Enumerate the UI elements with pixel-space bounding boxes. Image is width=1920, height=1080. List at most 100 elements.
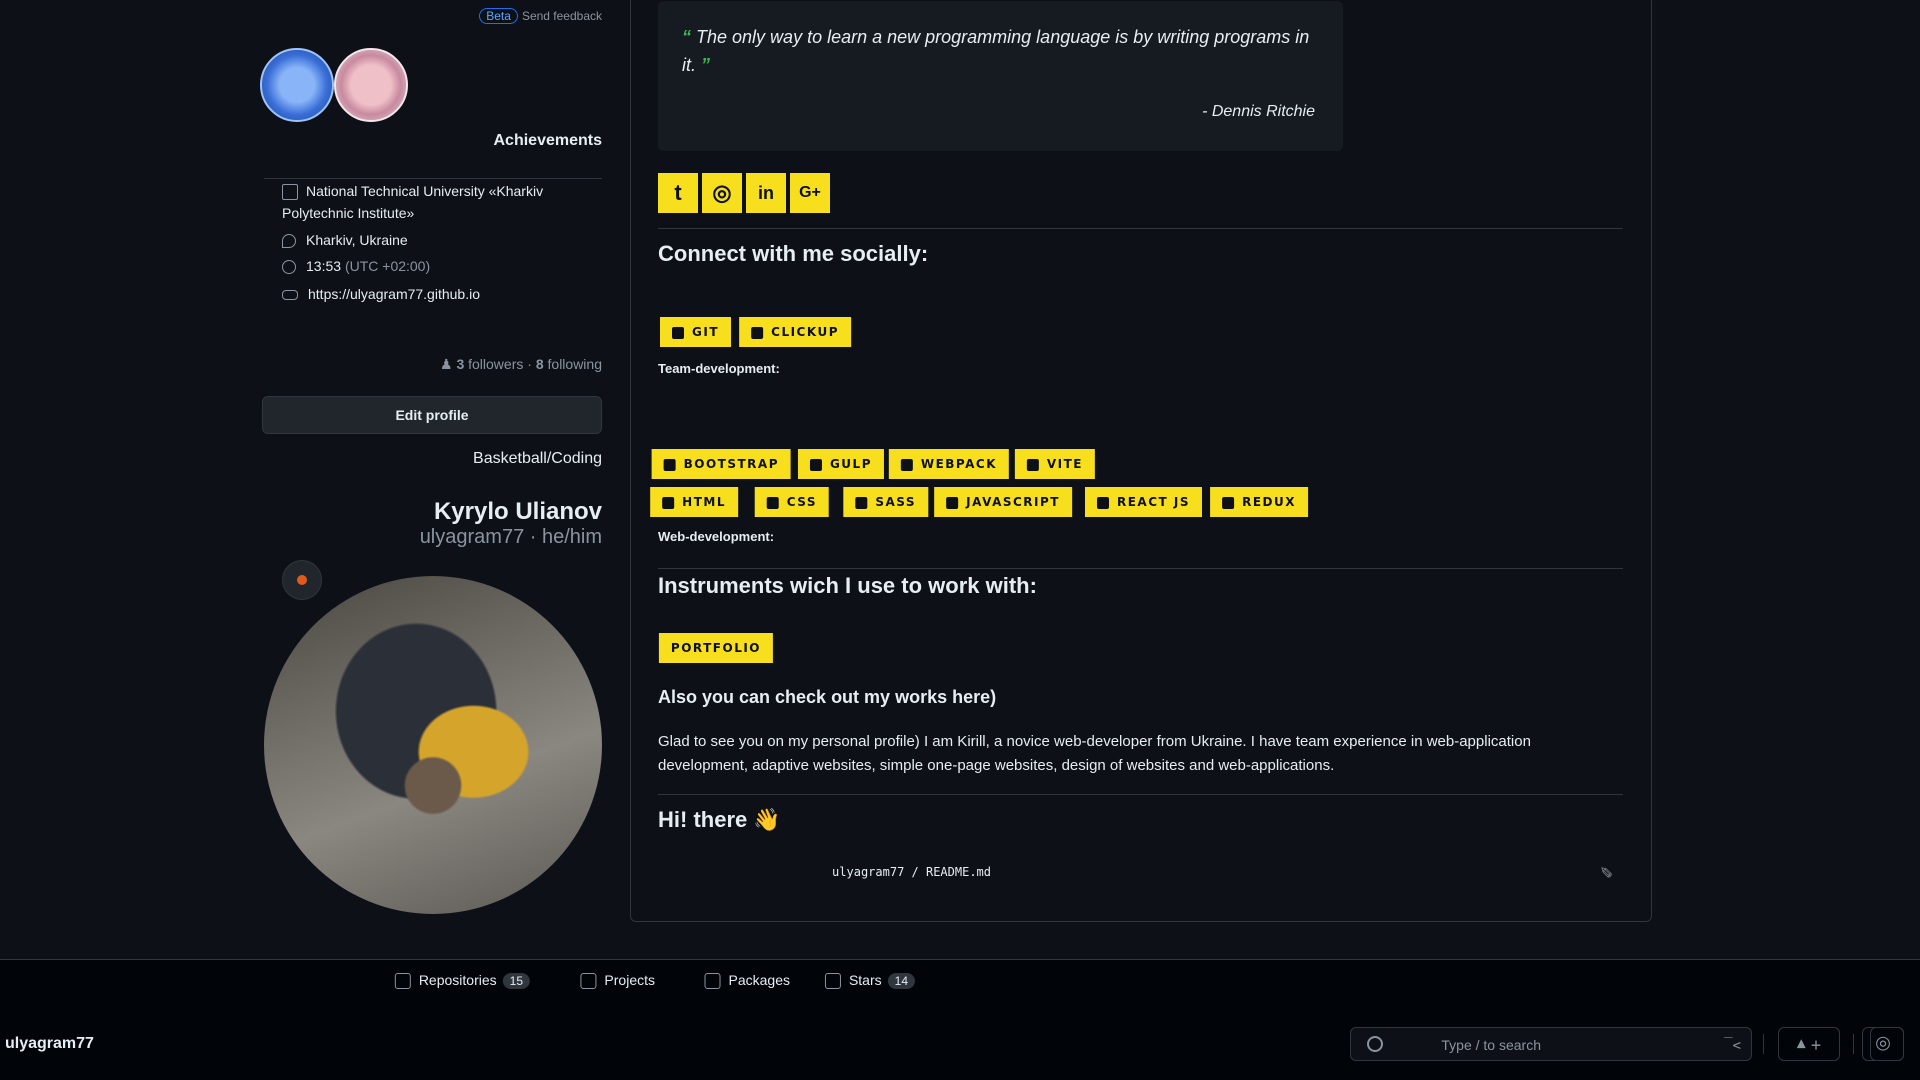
- profile-sidebar: Kyrylo Ulianov ulyagram77 · he/him Baske…: [260, 8, 603, 1080]
- instagram-icon[interactable]: ◎: [702, 173, 742, 213]
- achievements-heading-block: Achievements: [264, 132, 603, 154]
- badge-sass[interactable]: SASS: [843, 487, 928, 517]
- quote-inner: “ The only way to learn a new programmin…: [658, 1, 1343, 151]
- profile-details: National Technical University «Kharkiv P…: [264, 180, 602, 330]
- css3-icon: [766, 496, 779, 509]
- search-placeholder: Type / to search: [1441, 1037, 1541, 1053]
- badge-label: BOOTSTRAP: [683, 457, 779, 471]
- gulp-icon: [809, 458, 822, 471]
- badge-label: GULP: [829, 457, 872, 471]
- portfolio-badge[interactable]: PORTFOLIO: [658, 633, 773, 663]
- readme-path[interactable]: ulyagram77 / README.md: [832, 865, 991, 879]
- social-glyph: G+: [799, 184, 821, 201]
- greeting-block: Hi! there 👋: [658, 801, 1623, 841]
- star-icon: [824, 973, 841, 990]
- badge-redux[interactable]: REDUX: [1210, 487, 1308, 517]
- badge-webpack[interactable]: WEBPACK: [888, 449, 1009, 479]
- profile-fullname: Kyrylo Ulianov: [433, 498, 602, 525]
- social-heading-block: Connect with me socially:: [658, 237, 1623, 271]
- command-palette-icon[interactable]: >_: [1724, 1037, 1741, 1053]
- detail-organization: National Technical University «Kharkiv P…: [282, 180, 602, 224]
- create-new-button[interactable]: + ▾: [1778, 1027, 1840, 1061]
- badge-bootstrap[interactable]: BOOTSTRAP: [651, 449, 791, 479]
- tab-label: Packages: [728, 972, 790, 988]
- heading-divider: [658, 568, 1623, 569]
- breadcrumb-username[interactable]: ulyagram77: [5, 1035, 94, 1053]
- badge-label: JAVASCRIPT: [966, 495, 1060, 509]
- beta-badge: Beta: [479, 8, 518, 24]
- badge-clickup[interactable]: CLICKUP: [739, 317, 851, 347]
- quote-close-mark: ”: [701, 55, 711, 75]
- people-icon: ♟: [439, 356, 453, 372]
- detail-website: https://ulyagram77.github.io: [282, 286, 602, 302]
- google-plus-icon[interactable]: G+: [790, 173, 830, 213]
- clock-icon: [282, 260, 296, 275]
- javascript-icon: [946, 496, 959, 509]
- social-glyph: ◎: [712, 180, 732, 205]
- readme-card: ulyagram77 / README.md ✎ Hi! there 👋 Gla…: [630, 0, 1652, 922]
- linkedin-icon[interactable]: in: [746, 173, 786, 213]
- detail-location: Kharkiv, Ukraine: [282, 232, 602, 249]
- badge-label: REACT JS: [1116, 495, 1190, 509]
- local-time: 13:53: [306, 258, 342, 274]
- quote-body: The only way to learn a new programming …: [682, 27, 1310, 75]
- tab-packages[interactable]: Packages: [704, 972, 790, 996]
- tab-count: 14: [887, 973, 915, 989]
- followers-link[interactable]: followers: [468, 356, 523, 372]
- organization-icon: [282, 184, 298, 201]
- sass-icon: [855, 496, 868, 509]
- portfolio-heading-block: Also you can check out my works here): [658, 683, 1623, 713]
- achievements-title[interactable]: Achievements: [494, 132, 603, 150]
- greeting-heading: Hi! there 👋: [658, 807, 781, 832]
- vite-icon: [1026, 458, 1039, 471]
- pencil-icon[interactable]: ✎: [1597, 862, 1613, 881]
- status-emoji-icon[interactable]: [282, 560, 322, 600]
- following-link[interactable]: following: [548, 356, 602, 372]
- team-dev-label-block: Team-development:: [658, 361, 1623, 381]
- intro-line-1: Glad to see you on my personal profile) …: [658, 733, 1531, 750]
- header-divider: [1763, 1034, 1764, 1054]
- badge-javascript[interactable]: JAVASCRIPT: [934, 487, 1072, 517]
- followers-count[interactable]: 3: [456, 356, 464, 372]
- badge-git[interactable]: GIT: [660, 317, 731, 347]
- detail-time: 13:53 (UTC +02:00): [282, 258, 602, 275]
- achievement-badge-yolo[interactable]: [334, 48, 408, 122]
- badge-css[interactable]: CSS: [754, 487, 829, 517]
- badge-vite[interactable]: VITE: [1014, 449, 1095, 479]
- web-dev-label-block: Web-development:: [658, 529, 1623, 549]
- dot-separator: ·: [527, 356, 532, 372]
- instruments-heading-block: Instruments wich I use to work with:: [658, 569, 1623, 603]
- following-count[interactable]: 8: [536, 356, 544, 372]
- readme-path-block: ulyagram77 / README.md: [661, 865, 991, 885]
- achievement-badge-quickdraw[interactable]: [260, 48, 334, 122]
- clickup-icon: [751, 326, 764, 339]
- social-glyph: t: [674, 180, 682, 205]
- team-dev-label: Team-development:: [658, 361, 780, 376]
- edit-profile-label: Edit profile: [395, 407, 469, 423]
- website-link[interactable]: https://ulyagram77.github.io: [308, 286, 480, 302]
- bootstrap-icon: [663, 458, 676, 471]
- badge-html[interactable]: HTML: [650, 487, 738, 517]
- send-feedback-link[interactable]: Send feedback: [522, 9, 602, 23]
- location-icon: [282, 234, 296, 249]
- badge-label: HTML: [682, 495, 726, 509]
- search-input[interactable]: >_ Type / to search: [1350, 1027, 1752, 1061]
- tumblr-icon[interactable]: t: [658, 173, 698, 213]
- portfolio-heading: Also you can check out my works here): [658, 687, 997, 707]
- tab-label: Stars: [848, 972, 882, 988]
- issues-button[interactable]: ◎: [1862, 1027, 1904, 1061]
- edit-profile-button[interactable]: Edit profile: [262, 396, 602, 434]
- profile-nickname: ulyagram77 · he/him: [419, 526, 602, 548]
- avatar[interactable]: [264, 576, 602, 914]
- follow-block: ♟ 3 followers · 8 following: [264, 356, 602, 376]
- location-text: Kharkiv, Ukraine: [306, 232, 408, 248]
- quote-open-mark: “: [682, 27, 691, 47]
- package-icon: [704, 973, 721, 990]
- section-divider: [264, 178, 602, 179]
- badge-label: CSS: [786, 495, 817, 509]
- tab-stars[interactable]: Stars 14: [824, 972, 915, 996]
- badge-label: CLICKUP: [771, 325, 839, 339]
- badge-gulp[interactable]: GULP: [797, 449, 884, 479]
- badge-label: SASS: [875, 495, 916, 509]
- badge-react[interactable]: REACT JS: [1084, 487, 1202, 517]
